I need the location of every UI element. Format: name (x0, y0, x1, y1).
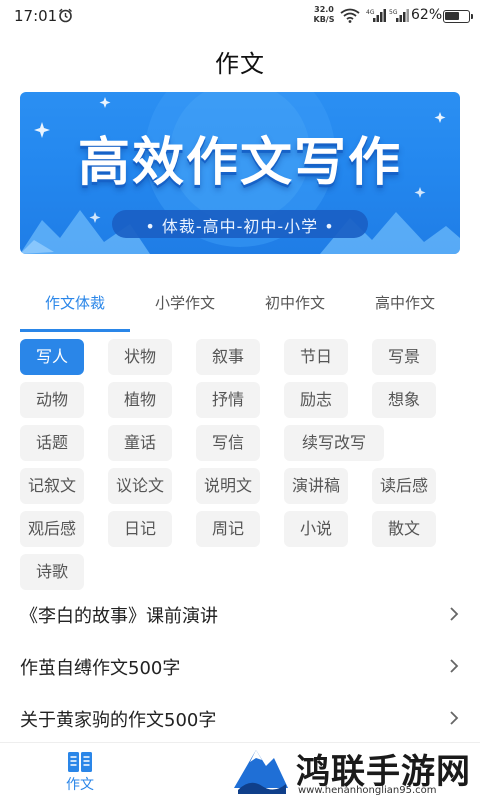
watermark: 鸿联手游网 www.henanhonglian95.com (230, 738, 480, 800)
article-title: 作茧自缚作文500字 (20, 658, 181, 679)
tag-item[interactable]: 散文 (372, 511, 436, 547)
promo-banner[interactable]: 高效作文写作 • 体裁-高中-初中-小学 • (20, 92, 460, 254)
tag-item[interactable]: 日记 (108, 511, 172, 547)
tag-item[interactable]: 叙事 (196, 339, 260, 375)
tag-item[interactable]: 写人 (20, 339, 84, 375)
wifi-icon (340, 8, 360, 23)
battery-percent: 62% (411, 7, 443, 23)
network-type-label: 4G (366, 9, 375, 16)
tag-item[interactable]: 议论文 (108, 468, 172, 504)
tag-item[interactable]: 励志 (284, 382, 348, 418)
tab-middle-school[interactable]: 初中作文 (240, 292, 350, 313)
banner-subtitle: • 体裁-高中-初中-小学 • (145, 217, 335, 236)
nav-item-essay[interactable]: 作文 (40, 743, 120, 800)
tag-item[interactable]: 想象 (372, 382, 436, 418)
tag-item[interactable]: 读后感 (372, 468, 436, 504)
tag-item[interactable]: 植物 (108, 382, 172, 418)
tag-item[interactable]: 小说 (284, 511, 348, 547)
tag-item[interactable]: 演讲稿 (284, 468, 348, 504)
tag-item[interactable]: 说明文 (196, 468, 260, 504)
tag-item[interactable]: 周记 (196, 511, 260, 547)
tab-primary-school[interactable]: 小学作文 (130, 292, 240, 313)
tag-item[interactable]: 写景 (372, 339, 436, 375)
tag-item[interactable]: 抒情 (196, 382, 260, 418)
tag-item[interactable]: 诗歌 (20, 554, 84, 590)
tag-item[interactable]: 童话 (108, 425, 172, 461)
list-item[interactable]: 《李白的故事》课前演讲 (0, 588, 480, 640)
list-item[interactable]: 关于黄家驹的作文500字 (0, 692, 480, 744)
category-tabs: 作文体裁 小学作文 初中作文 高中作文 (20, 286, 460, 332)
chevron-right-icon (450, 607, 459, 621)
tag-item[interactable]: 话题 (20, 425, 84, 461)
battery-icon (443, 10, 473, 23)
tag-item[interactable]: 观后感 (20, 511, 84, 547)
tag-item[interactable]: 节日 (284, 339, 348, 375)
watermark-logo (230, 744, 290, 794)
chevron-right-icon (450, 659, 459, 673)
chevron-right-icon (450, 711, 459, 725)
signal-icon: 5G (389, 9, 409, 22)
list-item[interactable]: 作茧自缚作文500字 (0, 640, 480, 692)
article-title: 《李白的故事》课前演讲 (20, 606, 218, 627)
network-speed: 32.0 KB/S (313, 5, 335, 24)
tab-genre[interactable]: 作文体裁 (20, 292, 130, 313)
article-title: 关于黄家驹的作文500字 (20, 710, 217, 731)
tag-item[interactable]: 续写改写 (284, 425, 384, 461)
active-tab-indicator (20, 329, 130, 332)
status-time: 17:01 (14, 7, 58, 25)
tag-item[interactable]: 写信 (196, 425, 260, 461)
watermark-url: www.henanhonglian95.com (298, 785, 437, 796)
tab-high-school[interactable]: 高中作文 (350, 292, 460, 313)
battery-fill (445, 12, 459, 20)
tag-item[interactable]: 状物 (108, 339, 172, 375)
network-type-label: 5G (389, 9, 398, 16)
page-title: 作文 (215, 50, 265, 78)
status-bar: 17:01 32.0 KB/S 4G 5G 62% (0, 0, 480, 32)
banner-title: 高效作文写作 (77, 133, 402, 193)
signal-icon: 4G (366, 9, 386, 22)
nav-label: 作文 (66, 777, 94, 793)
book-icon (68, 752, 92, 772)
tag-item[interactable]: 记叙文 (20, 468, 84, 504)
alarm-icon (59, 8, 72, 23)
tag-item[interactable]: 动物 (20, 382, 84, 418)
